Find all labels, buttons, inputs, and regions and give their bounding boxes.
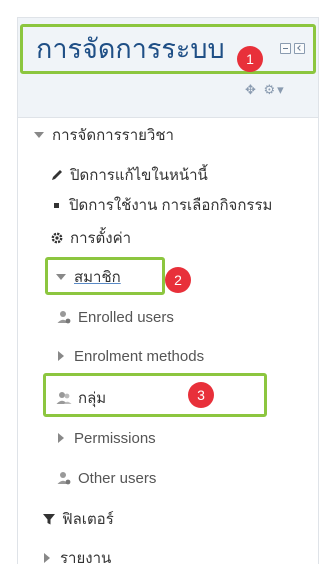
- highlight-box-groups: [43, 373, 267, 417]
- tree-item-label: Permissions: [74, 429, 156, 447]
- step-badge-2: 2: [165, 267, 191, 293]
- step-badge-3: 3: [188, 382, 214, 408]
- tree-item-turn-editing-off[interactable]: ปิดการแก้ไขในหน้านี้: [50, 164, 208, 186]
- move-icon[interactable]: ✥: [245, 82, 258, 97]
- tree-item-enrolled-users[interactable]: Enrolled users: [56, 306, 174, 328]
- tree-item-label: Other users: [78, 469, 157, 487]
- tree-item-label: ปิดการแก้ไขในหน้านี้: [70, 167, 208, 184]
- tree-item-label: Enrolment methods: [74, 347, 205, 365]
- tree-item-label: การจัดการรายวิชา: [52, 127, 174, 144]
- tree-item-label: การตั้งค่า: [70, 230, 132, 247]
- caret-right-icon: [58, 351, 64, 361]
- step-badge-1: 1: [237, 46, 263, 72]
- tree-item-course-administration[interactable]: การจัดการรายวิชา: [34, 124, 174, 146]
- tree-item-label: Enrolled users: [78, 308, 174, 326]
- tree-item-filters[interactable]: ฟิลเตอร์: [42, 508, 114, 530]
- filter-icon: [43, 514, 55, 525]
- highlight-box-users: [45, 257, 165, 295]
- tree-item-label: ปิดการใช้งาน การเลือกกิจกรรม: [69, 197, 273, 214]
- highlight-box-title: [20, 24, 316, 74]
- tree-item-other-users[interactable]: Other users: [56, 467, 156, 489]
- block-actions: ✥ ⚙▾: [245, 82, 286, 98]
- tree-item-permissions[interactable]: Permissions: [58, 427, 156, 449]
- tree-item-label: รายงาน: [60, 550, 112, 564]
- tree-item-label: ฟิลเตอร์: [62, 511, 114, 528]
- bullet-icon: [54, 202, 59, 208]
- user-icon: [57, 311, 71, 324]
- gear-icon: [51, 232, 63, 244]
- gear-icon[interactable]: ⚙▾: [264, 82, 286, 97]
- caret-down-icon: [34, 132, 44, 138]
- caret-right-icon: [58, 433, 64, 443]
- tree-item-disable-activity-chooser[interactable]: ปิดการใช้งาน การเลือกกิจกรรม: [50, 194, 272, 216]
- tree-item-enrolment-methods[interactable]: Enrolment methods: [58, 345, 204, 367]
- tree-item-settings[interactable]: การตั้งค่า: [50, 227, 131, 249]
- tree-item-reports[interactable]: รายงาน: [44, 547, 111, 564]
- pencil-icon: [52, 170, 62, 180]
- user-icon: [57, 472, 71, 485]
- caret-right-icon: [44, 553, 50, 563]
